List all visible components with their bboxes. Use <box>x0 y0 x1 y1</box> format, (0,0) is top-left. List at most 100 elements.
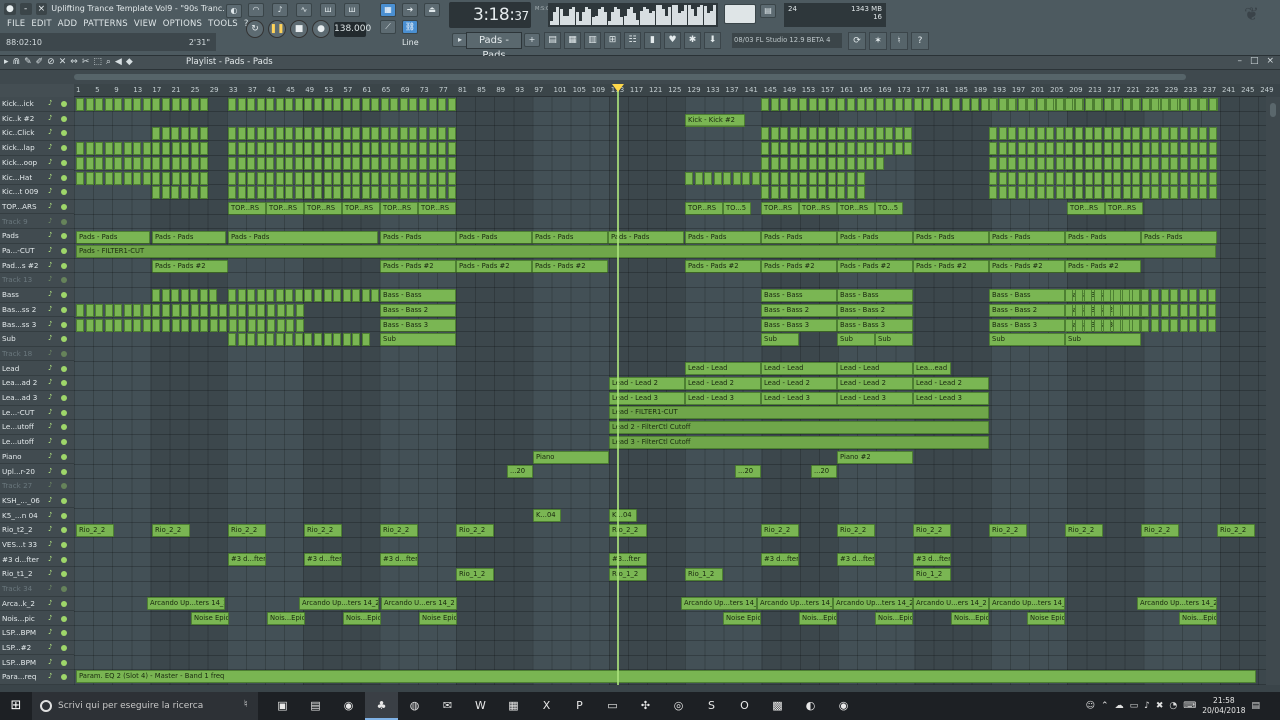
pattern-clip[interactable] <box>104 303 113 317</box>
pattern-clip[interactable] <box>1103 303 1112 317</box>
pattern-clip[interactable] <box>1055 142 1064 156</box>
pattern-clip[interactable] <box>266 142 275 156</box>
pattern-clip[interactable] <box>1094 186 1103 200</box>
pattern-clip[interactable] <box>85 156 94 170</box>
track-header[interactable]: Bas...ss 2 ♪ <box>0 303 74 318</box>
pattern-clip[interactable] <box>171 127 180 141</box>
pattern-clip[interactable] <box>761 186 769 200</box>
clip-group[interactable] <box>761 171 871 185</box>
pattern-clip[interactable] <box>818 171 827 185</box>
pattern-clip[interactable] <box>161 289 170 303</box>
pattern-clip[interactable] <box>304 289 313 303</box>
clip-group[interactable] <box>76 156 209 170</box>
pattern-clip[interactable] <box>1122 171 1131 185</box>
pattern-clip[interactable] <box>1141 98 1150 111</box>
track-mute-led[interactable] <box>61 306 67 313</box>
pattern-clip[interactable] <box>1027 156 1036 170</box>
pattern-clip[interactable] <box>352 142 361 156</box>
pattern-clip[interactable] <box>247 303 256 317</box>
track-mute-led[interactable] <box>61 556 67 563</box>
clip-rio-2[interactable]: Rio_2_2 <box>989 524 1027 537</box>
pattern-clip[interactable] <box>104 318 113 332</box>
pattern-clip[interactable] <box>1008 156 1017 170</box>
pattern-clip[interactable] <box>1180 127 1188 141</box>
pattern-clip[interactable] <box>247 186 256 200</box>
track-icon[interactable]: ♪ <box>48 114 52 122</box>
track-icon[interactable]: ♪ <box>48 231 52 239</box>
clip-pads-filter-automation[interactable]: Pads - FILTER1-CUT <box>76 245 1216 258</box>
pattern-clip[interactable] <box>419 127 427 141</box>
pattern-clip[interactable] <box>866 156 875 170</box>
pattern-clip[interactable] <box>123 318 132 332</box>
pattern-clip[interactable] <box>390 186 399 200</box>
pattern-clip[interactable] <box>399 186 408 200</box>
pattern-clip[interactable] <box>685 171 693 185</box>
taskbar-clock[interactable]: 21:58 20/04/2018 <box>1202 696 1245 716</box>
pattern-selector[interactable]: Pads - Pads <box>466 32 522 61</box>
track-icon[interactable]: ♪ <box>48 349 52 357</box>
track-mute-led[interactable] <box>61 468 67 475</box>
pattern-clip[interactable] <box>190 186 199 200</box>
track-icon[interactable]: ♪ <box>48 643 52 651</box>
pattern-clip[interactable] <box>1065 303 1073 317</box>
pattern-clip[interactable] <box>390 171 399 185</box>
pattern-clip[interactable] <box>95 156 104 170</box>
pattern-clip[interactable] <box>1008 127 1017 141</box>
pattern-clip[interactable] <box>190 303 199 317</box>
pattern-clip[interactable] <box>85 318 94 332</box>
pattern-clip[interactable] <box>704 171 713 185</box>
app-icon[interactable]: ◐ <box>794 692 827 720</box>
track-header[interactable]: #3 d...fter ♪ <box>0 553 74 568</box>
pattern-clip[interactable] <box>371 156 380 170</box>
pattern-clip[interactable] <box>1160 156 1169 170</box>
pattern-clip[interactable] <box>846 186 855 200</box>
paint-icon[interactable]: ✐ <box>36 57 44 67</box>
pattern-clip[interactable] <box>323 127 332 141</box>
clip-arcando[interactable]: Arcando Up...ters 14_2 <box>989 597 1065 610</box>
pattern-clip[interactable] <box>846 98 855 111</box>
pattern-clip[interactable] <box>323 156 332 170</box>
pattern-clip[interactable] <box>1113 98 1122 111</box>
track-icon[interactable]: ♪ <box>48 246 52 254</box>
taskbar-search[interactable]: Scrivi qui per eseguire la ricerca ♮ <box>32 692 258 720</box>
pattern-clip[interactable] <box>780 127 789 141</box>
pattern-clip[interactable] <box>1017 171 1026 185</box>
pattern-clip[interactable] <box>323 98 332 111</box>
pattern-clip[interactable] <box>313 98 322 111</box>
pattern-clip[interactable] <box>780 142 789 156</box>
clip-group[interactable] <box>989 98 1217 111</box>
pattern-clip[interactable] <box>1065 98 1074 111</box>
pattern-clip[interactable] <box>313 186 322 200</box>
pattern-clip[interactable] <box>789 98 798 111</box>
clip-group[interactable] <box>228 127 456 141</box>
clip-group[interactable] <box>989 186 1217 200</box>
pattern-clip[interactable] <box>1103 142 1112 156</box>
clip-piano[interactable]: Piano <box>533 451 609 464</box>
tray-app-icon[interactable]: ▭ <box>1130 701 1139 711</box>
pattern-clip[interactable] <box>1074 303 1083 317</box>
pattern-clip[interactable] <box>123 171 132 185</box>
pattern-clip[interactable] <box>713 171 722 185</box>
pattern-clip[interactable] <box>313 156 322 170</box>
pattern-clip[interactable] <box>1036 98 1045 111</box>
pattern-clip[interactable] <box>313 171 322 185</box>
pattern-clip[interactable] <box>789 171 798 185</box>
clip-arcando[interactable]: Arcando Up...ters 14_2 <box>1137 597 1217 610</box>
pattern-clip[interactable] <box>866 127 875 141</box>
clip-k04[interactable]: K...04 <box>609 509 637 522</box>
pattern-clip[interactable] <box>761 98 769 111</box>
pattern-clip[interactable] <box>1027 127 1036 141</box>
track-header[interactable]: Track 13 ♪ <box>0 273 74 288</box>
pattern-clip[interactable] <box>237 156 246 170</box>
pattern-clip[interactable] <box>304 156 313 170</box>
pattern-clip[interactable] <box>989 171 997 185</box>
cpu-meter-icon[interactable]: ✶ <box>869 32 887 50</box>
pattern-clip[interactable] <box>286 318 295 332</box>
pattern-clip[interactable] <box>200 142 209 156</box>
pattern-clip[interactable] <box>1189 318 1198 332</box>
clip-lead[interactable]: Lead - Lead <box>761 362 837 375</box>
pattern-clip[interactable] <box>932 98 941 111</box>
pattern-clip[interactable] <box>1103 98 1112 111</box>
clip-group[interactable] <box>152 127 208 141</box>
app-icon[interactable]: ◎ <box>662 692 695 720</box>
